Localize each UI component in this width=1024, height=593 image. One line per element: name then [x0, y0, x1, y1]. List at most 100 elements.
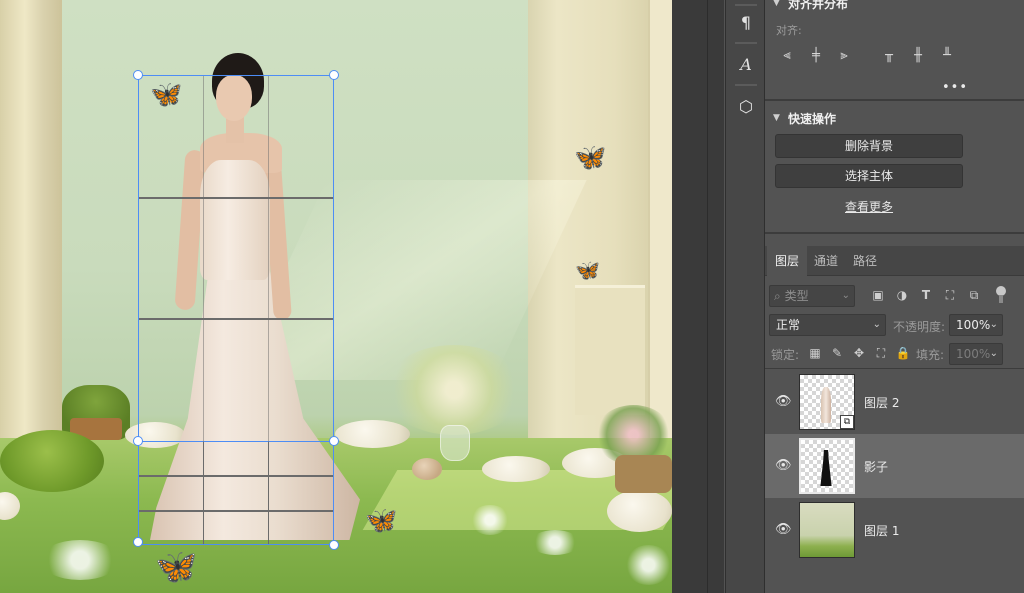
blend-mode-select[interactable]: 正常 ⌄ [769, 314, 886, 336]
lock-position-icon[interactable]: ✥ [851, 345, 867, 361]
align-section-title: 对齐并分布 [788, 0, 849, 11]
layer-name[interactable]: 图层 1 [864, 522, 899, 539]
white-flower-cluster [470, 505, 510, 535]
layer-name[interactable]: 影子 [864, 458, 888, 475]
layer-thumbnail [799, 502, 855, 558]
butterfly: 🦋 [365, 506, 398, 536]
fill-label: 填充: [916, 348, 945, 362]
layer-row[interactable]: 👁 图层 1 [765, 498, 1024, 562]
warp-grid-line [268, 76, 269, 442]
glass-vase [440, 425, 470, 461]
align-center-vertical-icon[interactable]: ╫ [910, 48, 926, 64]
warp-grid-line [139, 197, 333, 199]
opacity-label: 不透明度: [893, 320, 946, 334]
warp-grid-line [139, 475, 333, 477]
panel-icon-strip: ¶ A ⬡ [725, 0, 765, 593]
tool-separator [735, 42, 757, 44]
align-center-horizontal-icon[interactable]: ╪ [808, 48, 824, 64]
shape-filter-icon[interactable]: ⛶ [942, 287, 958, 303]
select-subject-button[interactable]: 选择主体 [775, 164, 963, 188]
lock-all-icon[interactable]: 🔒 [895, 345, 911, 361]
door-frame [648, 0, 672, 450]
white-flower-cluster [625, 545, 672, 585]
white-flower-cluster [40, 540, 120, 580]
transform-bounding-box[interactable] [138, 75, 334, 442]
transform-handle[interactable] [133, 70, 143, 80]
butterfly: 🦋 [155, 547, 198, 587]
wicker-basket [615, 455, 672, 493]
visibility-eye-icon[interactable]: 👁 [775, 394, 792, 410]
smart-object-filter-icon[interactable]: ⧉ [966, 287, 982, 303]
tab-paths[interactable]: 路径 [845, 246, 885, 276]
layer-thumbnail: ⧉ [799, 374, 855, 430]
tab-layers[interactable]: 图层 [767, 246, 808, 276]
remove-background-button[interactable]: 删除背景 [775, 134, 963, 158]
tool-separator [735, 4, 757, 6]
3d-cube-icon[interactable]: ⬡ [731, 94, 761, 120]
shell-ornament [412, 458, 442, 480]
align-bottom-icon[interactable]: ╨ [939, 48, 955, 64]
tool-separator [735, 84, 757, 86]
layer-filter-select[interactable]: ⌕ 类型 ⌄ [769, 285, 855, 307]
transform-handle[interactable] [329, 540, 339, 550]
image-filter-icon[interactable]: ▣ [870, 287, 886, 303]
layer-row[interactable]: 👁 ⧉ 图层 2 [765, 370, 1024, 434]
panel-divider [765, 99, 1024, 101]
chevron-down-icon: ⌄ [989, 348, 998, 359]
moss-ball [0, 430, 104, 492]
type-filter-icon[interactable]: T [918, 287, 934, 303]
chevron-down-icon[interactable]: ▼ [773, 113, 780, 123]
layer-name[interactable]: 图层 2 [864, 394, 899, 411]
align-top-icon[interactable]: ╥ [881, 48, 897, 64]
warp-bounding-box[interactable] [138, 441, 334, 545]
fill-value: 100% [956, 347, 991, 361]
butterfly: 🦋 [574, 143, 607, 173]
chevron-down-icon: ⌄ [841, 290, 850, 301]
chevron-down-icon: ⌄ [989, 319, 998, 330]
panel-divider [765, 232, 1024, 234]
transform-handle[interactable] [133, 436, 143, 446]
visibility-eye-icon[interactable]: 👁 [775, 522, 792, 538]
lock-image-icon[interactable]: ✎ [829, 345, 845, 361]
search-icon: ⌕ [774, 289, 781, 303]
opacity-input[interactable]: 100% ⌄ [949, 314, 1003, 336]
transform-handle[interactable] [133, 537, 143, 547]
glyphs-icon[interactable]: A [731, 52, 761, 78]
visibility-eye-icon[interactable]: 👁 [775, 458, 792, 474]
smart-object-badge-icon: ⧉ [840, 415, 854, 429]
layer-thumbnail [799, 438, 855, 494]
lock-artboard-icon[interactable]: ⛶ [873, 345, 889, 361]
chevron-down-icon: ⌄ [872, 319, 881, 330]
pillow [335, 420, 410, 448]
transform-handle[interactable] [329, 436, 339, 446]
lock-label: 锁定: [771, 348, 800, 362]
pilcrow-icon[interactable]: ¶ [731, 10, 761, 36]
layers-tab-bar: 图层 通道 路径 [765, 246, 1024, 276]
document-canvas[interactable]: 🦋 🦋 🦋 🦋 🦋 [0, 0, 672, 593]
align-right-icon[interactable]: ⫸ [836, 48, 852, 64]
filter-toggle-icon[interactable] [995, 286, 1007, 304]
wall-shelf [575, 285, 645, 415]
woman-cutout-thumbnail [821, 387, 831, 423]
more-options-icon[interactable]: ••• [942, 80, 968, 95]
filter-type-label: 类型 [784, 289, 809, 303]
flower-bouquet [384, 345, 524, 435]
adjustment-filter-icon[interactable]: ◑ [894, 287, 910, 303]
align-left-icon[interactable]: ⫷ [779, 48, 795, 64]
align-label: 对齐: [776, 24, 802, 37]
tab-channels[interactable]: 通道 [806, 246, 846, 276]
warp-grid-line [268, 442, 269, 544]
quick-actions-title: 快速操作 [788, 112, 837, 126]
chevron-down-icon[interactable]: ▼ [773, 0, 780, 8]
view-more-link[interactable]: 查看更多 [845, 198, 893, 215]
panel-divider [765, 368, 1024, 369]
butterfly: 🦋 [575, 258, 600, 282]
warp-grid-line [139, 510, 333, 512]
warp-grid-line [203, 76, 204, 442]
layer-row[interactable]: 👁 影子 [765, 434, 1024, 498]
lock-transparency-icon[interactable]: ▦ [807, 345, 823, 361]
fill-input[interactable]: 100% ⌄ [949, 343, 1003, 365]
warp-grid-line [203, 442, 204, 544]
white-flower-cluster [530, 530, 580, 555]
transform-handle[interactable] [329, 70, 339, 80]
